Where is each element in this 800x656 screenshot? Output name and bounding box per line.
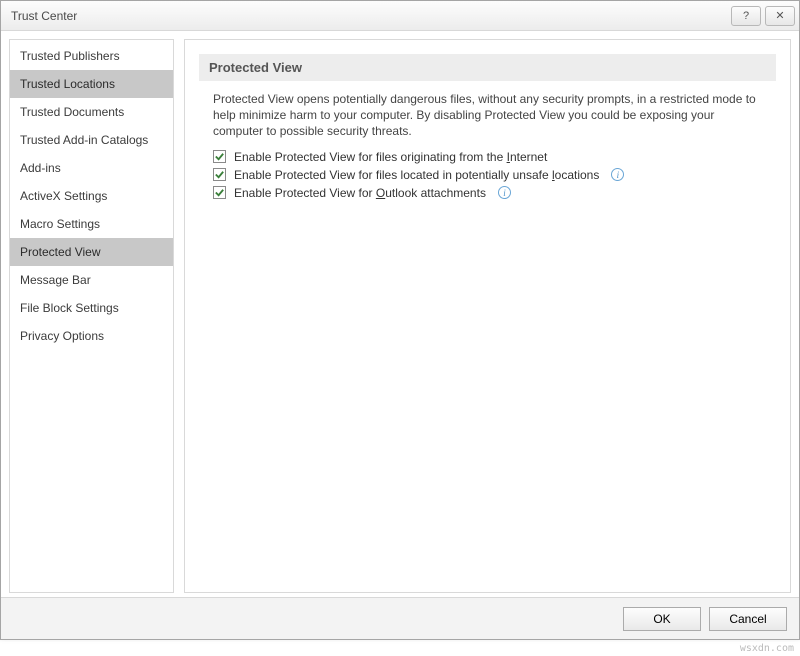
check-icon	[214, 169, 225, 180]
sidebar-item-label: Macro Settings	[20, 217, 100, 231]
watermark: wsxdn.com	[740, 643, 794, 654]
checkbox-label-2: Enable Protected View for Outlook attach…	[234, 186, 486, 200]
sidebar-item-privacy-options[interactable]: Privacy Options	[10, 322, 173, 350]
checkbox-row-2: Enable Protected View for Outlook attach…	[213, 186, 762, 200]
sidebar-item-label: Protected View	[20, 245, 101, 259]
sidebar-item-trusted-locations[interactable]: Trusted Locations	[10, 70, 173, 98]
trust-center-dialog: Trust Center ? ✕ Trusted PublishersTrust…	[0, 0, 800, 640]
dialog-body: Trusted Publishers Trusted Locations Trust…	[1, 31, 799, 597]
titlebar: Trust Center ? ✕	[1, 1, 799, 31]
close-button[interactable]: ✕	[765, 6, 795, 26]
sidebar-item-label: Add-ins	[20, 161, 61, 175]
content-panel: Protected View Protected View opens pote…	[184, 39, 791, 593]
info-icon[interactable]: i	[498, 186, 511, 199]
ok-button-label: OK	[653, 612, 670, 626]
window-title: Trust Center	[11, 9, 727, 23]
sidebar-item-message-bar[interactable]: Message Bar	[10, 266, 173, 294]
checkbox-2[interactable]	[213, 186, 226, 199]
checkbox-row-1: Enable Protected View for files located …	[213, 168, 762, 182]
close-icon: ✕	[775, 9, 784, 22]
info-icon[interactable]: i	[611, 168, 624, 181]
sidebar-item-activex-settings[interactable]: ActiveX Settings	[10, 182, 173, 210]
help-button[interactable]: ?	[731, 6, 761, 26]
check-icon	[214, 187, 225, 198]
sidebar-item-file-block-settings[interactable]: File Block Settings	[10, 294, 173, 322]
section-header: Protected View	[199, 54, 776, 81]
cancel-button[interactable]: Cancel	[709, 607, 787, 631]
checkbox-label-0: Enable Protected View for files originat…	[234, 150, 547, 164]
ok-button[interactable]: OK	[623, 607, 701, 631]
sidebar-item-label: ActiveX Settings	[20, 189, 107, 203]
check-icon	[214, 151, 225, 162]
checkbox-list: Enable Protected View for files originat…	[185, 150, 790, 200]
sidebar-item-label: Privacy Options	[20, 329, 104, 343]
sidebar-item-label: Trusted Publishers	[20, 49, 120, 63]
checkbox-row-0: Enable Protected View for files originat…	[213, 150, 762, 164]
help-icon: ?	[743, 10, 749, 22]
sidebar-item-label: File Block Settings	[20, 301, 119, 315]
checkbox-0[interactable]	[213, 150, 226, 163]
sidebar-item-trusted-publishers[interactable]: Trusted Publishers	[10, 42, 173, 70]
sidebar-item-macro-settings[interactable]: Macro Settings	[10, 210, 173, 238]
sidebar: Trusted Publishers Trusted Locations Trust…	[9, 39, 174, 593]
section-description: Protected View opens potentially dangero…	[213, 91, 762, 140]
sidebar-item-label: Trusted Documents	[20, 105, 124, 119]
checkbox-label-1: Enable Protected View for files located …	[234, 168, 599, 182]
sidebar-item-label: Message Bar	[20, 273, 91, 287]
sidebar-item-label: Trusted Locations	[20, 77, 115, 91]
dialog-footer: OK Cancel	[1, 597, 799, 639]
sidebar-item-protected-view[interactable]: Protected View	[10, 238, 173, 266]
sidebar-item-trusted-add-in-catalogs[interactable]: Trusted Add-in Catalogs	[10, 126, 173, 154]
checkbox-1[interactable]	[213, 168, 226, 181]
sidebar-item-add-ins[interactable]: Add-ins	[10, 154, 173, 182]
sidebar-item-trusted-documents[interactable]: Trusted Documents	[10, 98, 173, 126]
sidebar-item-label: Trusted Add-in Catalogs	[20, 133, 148, 147]
cancel-button-label: Cancel	[729, 612, 766, 626]
